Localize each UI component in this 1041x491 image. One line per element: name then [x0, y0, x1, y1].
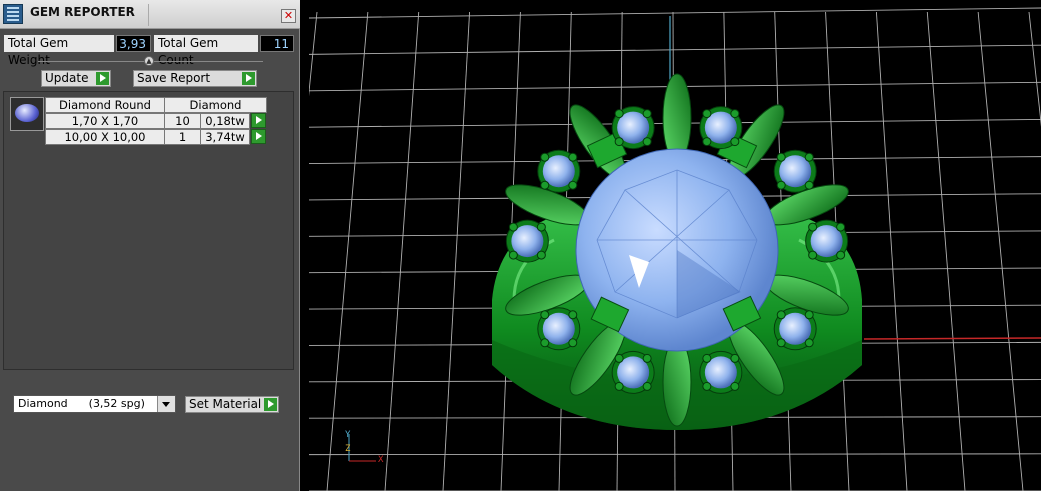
row-size: 1,70 X 1,70	[45, 113, 165, 129]
accent-prong-bead	[642, 137, 652, 147]
accent-prong-bead	[804, 152, 814, 162]
accent-prong-bead	[702, 381, 712, 391]
accent-prong-bead	[568, 152, 578, 162]
update-button-label: Update	[45, 71, 89, 85]
total-gem-count-label: Total Gem Count	[154, 35, 258, 67]
accent-prong-bead	[614, 353, 624, 363]
accent-prong-bead	[702, 353, 712, 363]
accent-prong-bead	[836, 222, 846, 232]
set-material-button[interactable]: Set Material	[185, 396, 279, 413]
accent-prong-bead	[540, 338, 550, 348]
select-row-button[interactable]	[251, 113, 266, 128]
axis-label-x: X	[378, 455, 384, 465]
accent-prong-bead	[642, 381, 652, 391]
table-header-shape: Diamond Round	[45, 97, 165, 113]
accent-prong-bead	[508, 222, 518, 232]
accent-prong-bead	[776, 180, 786, 190]
accent-prong-bead	[614, 381, 624, 391]
row-count: 1	[164, 129, 201, 145]
ring-model	[492, 73, 862, 430]
grid-line	[309, 11, 318, 97]
accent-prong-bead	[836, 250, 846, 260]
play-icon	[264, 398, 277, 411]
panel-title: GEM REPORTER	[30, 5, 135, 19]
set-material-button-label: Set Material	[189, 397, 262, 411]
3d-viewport[interactable]: Y Z X	[309, 0, 1041, 491]
accent-prong-bead	[808, 250, 818, 260]
grid-line	[977, 11, 1024, 491]
select-row-button[interactable]	[251, 129, 266, 144]
accent-prong-bead	[568, 180, 578, 190]
axis-label-z: Z	[345, 444, 351, 454]
play-icon	[96, 72, 109, 85]
total-gem-weight-value: 3,93	[116, 35, 151, 52]
save-report-button[interactable]: Save Report	[133, 70, 257, 87]
row-weight: 3,74tw	[200, 129, 250, 145]
play-icon	[242, 72, 255, 85]
title-bar: GEM REPORTER ✕	[0, 0, 300, 29]
accent-prong-bead	[568, 310, 578, 320]
accent-prong-bead	[804, 310, 814, 320]
accent-prong-bead	[804, 180, 814, 190]
close-button[interactable]: ✕	[281, 9, 296, 23]
accent-prong-bead	[642, 109, 652, 119]
total-gem-weight-label: Total Gem Weight	[4, 35, 114, 67]
grid-line	[1028, 11, 1041, 127]
grid-line	[326, 11, 369, 491]
accent-prong-bead	[730, 109, 740, 119]
grid-line	[442, 11, 471, 491]
row-weight: 0,18tw	[200, 113, 250, 129]
accent-prong-bead	[536, 250, 546, 260]
accent-prong-bead	[614, 109, 624, 119]
grid-line	[309, 44, 1041, 55]
material-dropdown[interactable]: Diamond (3,52 spg)	[13, 395, 176, 413]
accent-prong-bead	[702, 137, 712, 147]
chevron-down-icon	[157, 396, 175, 412]
grid-line	[309, 453, 1041, 456]
accent-prong-bead	[568, 338, 578, 348]
collapse-toggle[interactable]: ▲	[144, 56, 154, 66]
accent-prong-bead	[776, 152, 786, 162]
table-header-material: Diamond	[164, 97, 267, 113]
accent-prong-bead	[776, 310, 786, 320]
axis-label-y: Y	[345, 430, 351, 440]
accent-prong-bead	[776, 338, 786, 348]
accent-prong-bead	[540, 152, 550, 162]
x-axis-line	[863, 337, 1041, 340]
axis-triad-icon: Y Z X	[338, 430, 398, 470]
accent-prong-bead	[642, 353, 652, 363]
material-dropdown-value: Diamond (3,52 spg)	[18, 397, 145, 410]
diamond-thumbnail-icon	[10, 97, 44, 131]
grid-line	[384, 11, 420, 491]
accent-prong-bead	[540, 310, 550, 320]
accent-prong-bead	[702, 109, 712, 119]
accent-prong-bead	[508, 250, 518, 260]
total-gem-count-value: 11	[260, 35, 294, 52]
accent-prong-bead	[536, 222, 546, 232]
viewport-canvas[interactable]	[309, 0, 1041, 491]
update-button[interactable]: Update	[41, 70, 111, 87]
accent-prong-bead	[808, 222, 818, 232]
row-count: 10	[164, 113, 201, 129]
accent-prong-bead	[540, 180, 550, 190]
accent-prong-bead	[730, 353, 740, 363]
accent-prong-bead	[730, 381, 740, 391]
gem-reporter-panel: GEM REPORTER ✕ Total Gem Weight 3,93 Tot…	[0, 0, 300, 491]
save-report-button-label: Save Report	[137, 71, 211, 85]
gem-reporter-icon	[3, 4, 23, 24]
accent-prong-bead	[614, 137, 624, 147]
title-divider	[148, 4, 149, 26]
row-size: 10,00 X 10,00	[45, 129, 165, 145]
accent-prong-bead	[730, 137, 740, 147]
accent-prong-bead	[804, 338, 814, 348]
